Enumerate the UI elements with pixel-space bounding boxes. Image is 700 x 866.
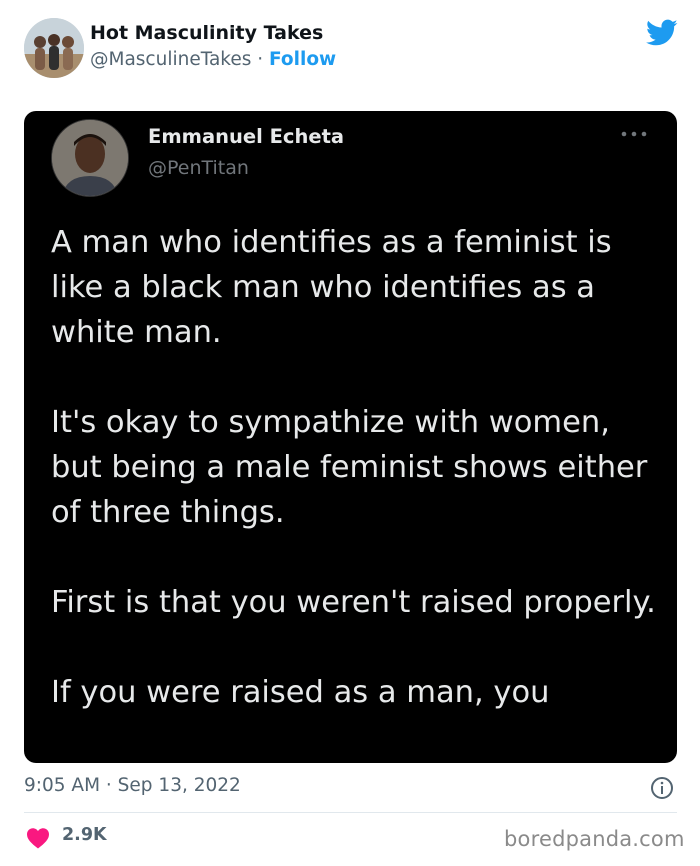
heart-icon[interactable] (26, 827, 50, 849)
info-icon[interactable] (650, 776, 674, 800)
tweet-paragraph: It's okay to sympathize with women, but … (51, 405, 648, 530)
tweet-timestamp[interactable]: 9:05 AM · Sep 13, 2022 (24, 775, 241, 796)
separator: · (257, 49, 264, 70)
quoted-author-avatar (51, 119, 129, 197)
like-count[interactable]: 2.9K (62, 825, 107, 845)
tweet-paragraph: First is that you weren't raised properl… (51, 585, 656, 620)
author-avatar[interactable] (24, 18, 84, 78)
author-handle[interactable]: @MasculineTakes (90, 49, 251, 70)
quoted-tweet-text: A man who identifies as a feminist is li… (51, 220, 661, 760)
author-name[interactable]: Hot Masculinity Takes (90, 22, 323, 44)
quoted-author-handle: @PenTitan (148, 157, 249, 179)
tweet-paragraph: If you were raised as a man, you (51, 675, 550, 710)
watermark: boredpanda.com (504, 827, 685, 851)
follow-button[interactable]: Follow (269, 49, 336, 70)
footer-divider (24, 812, 677, 813)
tweet-paragraph: A man who identifies as a feminist is li… (51, 225, 612, 350)
twitter-bird-icon[interactable] (646, 19, 678, 47)
more-options-icon (621, 131, 647, 137)
author-handle-row: @MasculineTakes · Follow (90, 49, 336, 70)
quoted-author-name: Emmanuel Echeta (148, 125, 345, 148)
